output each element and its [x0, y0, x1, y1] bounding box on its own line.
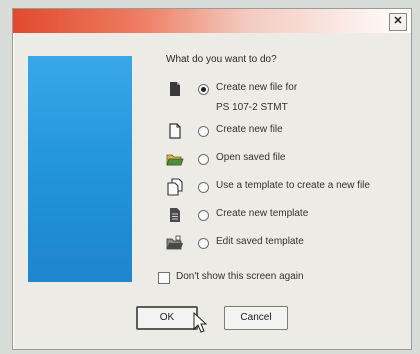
radio-edit-saved-template[interactable]: [198, 238, 209, 249]
close-button[interactable]: ✕: [389, 13, 407, 31]
option-label: Edit saved template: [216, 236, 304, 247]
blank-document-icon: [169, 123, 181, 139]
dont-show-again-checkbox[interactable]: [158, 272, 170, 284]
title-bar[interactable]: ✕: [13, 9, 411, 33]
template-document-icon: [167, 178, 183, 196]
mouse-pointer-icon: [193, 312, 208, 333]
ok-button[interactable]: OK: [136, 306, 198, 330]
radio-open-saved-file[interactable]: [198, 154, 209, 165]
option-label: Create new template: [216, 208, 309, 219]
option-label: Create new file for: [216, 82, 298, 93]
radio-create-new-template[interactable]: [198, 210, 209, 221]
dialog-prompt: What do you want to do?: [166, 54, 277, 65]
dont-show-again-label: Don't show this screen again: [176, 271, 304, 282]
new-template-icon: [170, 208, 180, 222]
option-label: Open saved file: [216, 152, 286, 163]
edit-template-icon: [166, 235, 183, 250]
open-folder-icon: [166, 154, 184, 166]
option-sublabel: PS 107-2 STMT: [216, 102, 288, 113]
radio-create-new-file-for[interactable]: [198, 84, 209, 95]
radio-create-new-file[interactable]: [198, 126, 209, 137]
filled-document-icon: [170, 82, 180, 96]
cancel-button[interactable]: Cancel: [224, 306, 288, 330]
radio-use-template[interactable]: [198, 182, 209, 193]
side-banner-image: [28, 56, 132, 282]
close-icon: ✕: [393, 15, 403, 27]
option-label: Create new file: [216, 124, 283, 135]
option-label: Use a template to create a new file: [216, 180, 370, 191]
